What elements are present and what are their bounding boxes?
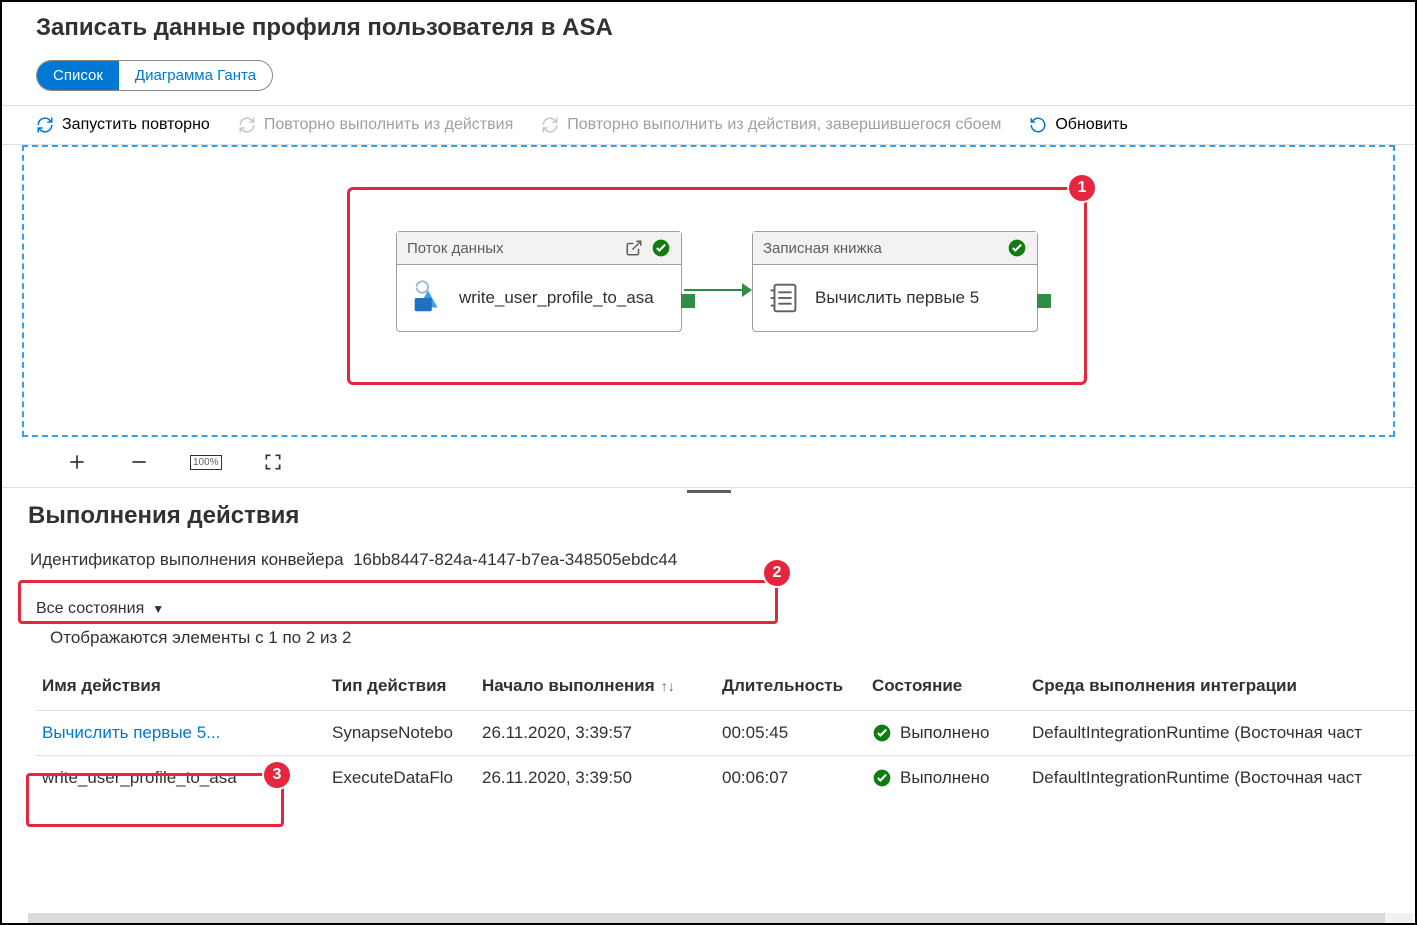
node-dataflow-label: write_user_profile_to_asa [459,288,654,308]
run-start-cell: 26.11.2020, 3:39:57 [476,711,716,756]
success-check-icon [1007,238,1027,258]
node-dataflow-header: Поток данных [407,240,504,257]
zoom-in-button[interactable] [66,451,88,473]
sort-icon: ↑↓ [661,678,675,694]
rerun-label: Запустить повторно [62,116,210,134]
col-activity-name[interactable]: Имя действия [36,666,326,711]
node-notebook-label: Вычислить первые 5 [815,288,979,308]
node-notebook-header: Записная книжка [763,240,882,257]
run-start-cell: 26.11.2020, 3:39:50 [476,756,716,801]
splitter-handle[interactable] [2,488,1415,496]
col-integration-runtime[interactable]: Среда выполнения интеграции [1026,666,1415,711]
view-toggle[interactable]: Список Диаграмма Ганта [36,60,273,91]
callout-badge-2: 2 [762,558,792,588]
fullscreen-icon [263,452,283,472]
open-external-icon[interactable] [625,239,643,257]
rerun-from-failed-label: Повторно выполнить из действия, завершив… [567,116,1001,134]
canvas-toolbar: 100% [2,437,1415,488]
items-count-text: Отображаются элементы с 1 по 2 из 2 [50,628,1415,648]
col-status[interactable]: Состояние [866,666,1026,711]
refresh-label: Обновить [1055,116,1127,134]
refresh-icon [1029,116,1047,134]
status-text: Выполнено [900,768,989,788]
node-dataflow[interactable]: Поток данных write_user_profile_to_asa [396,231,682,332]
refresh-cw-icon [36,116,54,134]
zoom-reset-button[interactable]: 100% [190,455,222,470]
pipeline-run-id-row: Идентификатор выполнения конвейера 16bb8… [20,540,1415,580]
notebook-icon [765,279,803,317]
callout-badge-3: 3 [262,760,292,790]
node-output-port[interactable] [681,294,695,308]
success-check-icon [651,238,671,258]
connector-line [684,289,744,291]
horizontal-scrollbar[interactable] [28,913,1413,923]
pipeline-canvas[interactable]: 1 Поток данных write_user_profile_to_asa… [22,145,1395,437]
col-run-start[interactable]: Начало выполнения↑↓ [476,666,716,711]
callout-box-2 [18,580,778,624]
rerun-from-failed-button: Повторно выполнить из действия, завершив… [541,116,1001,134]
fit-screen-button[interactable] [262,451,284,473]
col-activity-type[interactable]: Тип действия [326,666,476,711]
node-output-port[interactable] [1037,294,1051,308]
run-id-label: Идентификатор выполнения конвейера [30,550,344,569]
view-list-option[interactable]: Список [37,61,119,90]
activity-name-link[interactable]: Вычислить первые 5... [42,723,220,742]
plus-icon [67,452,87,472]
activity-type-cell: SynapseNotebo [326,711,476,756]
table-row[interactable]: Вычислить первые 5... SynapseNotebo 26.1… [36,711,1415,756]
col-duration[interactable]: Длительность [716,666,866,711]
connector-arrow-icon [742,283,752,297]
toolbar: Запустить повторно Повторно выполнить из… [2,105,1415,145]
node-notebook[interactable]: Записная книжка Вычислить первые 5 [752,231,1038,332]
refresh-button[interactable]: Обновить [1029,116,1127,134]
zoom-out-button[interactable] [128,451,150,473]
minus-icon [129,452,149,472]
rerun-button[interactable]: Запустить повторно [36,116,210,134]
activity-type-cell: ExecuteDataFlo [326,756,476,801]
rerun-from-label: Повторно выполнить из действия [264,116,513,134]
duration-cell: 00:05:45 [716,711,866,756]
ir-cell: DefaultIntegrationRuntime (Восточная час… [1026,711,1415,756]
status-text: Выполнено [900,723,989,743]
success-check-icon [872,768,892,788]
callout-badge-1: 1 [1067,173,1097,203]
refresh-cw-icon [238,116,256,134]
success-check-icon [872,723,892,743]
dataflow-icon [409,279,447,317]
page-title: Записать данные профиля пользователя в A… [36,14,1415,42]
view-gantt-option[interactable]: Диаграмма Ганта [119,61,272,90]
rerun-from-button: Повторно выполнить из действия [238,116,513,134]
activity-runs-title: Выполнения действия [28,502,1415,530]
duration-cell: 00:06:07 [716,756,866,801]
table-header-row: Имя действия Тип действия Начало выполне… [36,666,1415,711]
ir-cell: DefaultIntegrationRuntime (Восточная час… [1026,756,1415,801]
callout-box-3 [26,773,284,827]
refresh-cw-icon [541,116,559,134]
run-id-value: 16bb8447-824a-4147-b7ea-348505ebdc44 [353,550,677,569]
